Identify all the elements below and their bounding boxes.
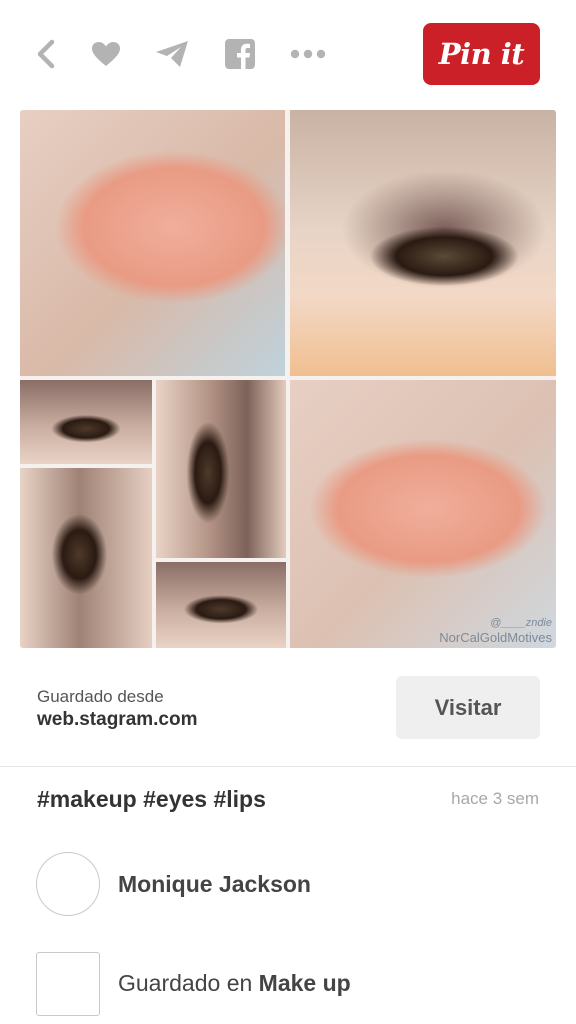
pin-image[interactable]: @____zndie NorCalGoldMotives — [20, 110, 556, 648]
eye-photo — [20, 380, 152, 464]
pin-it-button[interactable]: Pin it — [423, 23, 540, 85]
board-thumbnail[interactable] — [36, 952, 100, 1016]
source-label: Guardado desde — [37, 687, 164, 706]
eye-photo — [156, 380, 286, 558]
watermark-handle: @____zndie — [490, 617, 552, 630]
source-domain[interactable]: web.stagram.com — [37, 708, 377, 732]
lips-photo: @____zndie NorCalGoldMotives — [290, 380, 556, 648]
back-icon[interactable] — [26, 34, 66, 74]
avatar[interactable] — [36, 852, 100, 916]
eye-photo — [156, 562, 286, 648]
watermark-brand: NorCalGoldMotives — [439, 630, 552, 646]
source-info: Guardado desde web.stagram.com — [37, 686, 377, 732]
visit-button[interactable]: Visitar — [396, 676, 540, 739]
image-watermark: @____zndie NorCalGoldMotives — [439, 617, 552, 646]
board-prefix: Guardado en — [118, 970, 253, 996]
lips-photo — [20, 110, 285, 376]
divider — [0, 766, 576, 767]
heart-icon[interactable] — [86, 34, 126, 74]
eye-photo — [290, 110, 556, 376]
board-link[interactable]: Guardado en Make up — [118, 970, 351, 997]
pin-description: #makeup #eyes #lips — [37, 786, 266, 812]
send-icon[interactable] — [152, 34, 192, 74]
more-icon[interactable] — [288, 34, 328, 74]
user-name[interactable]: Monique Jackson — [118, 871, 311, 898]
eye-photo — [20, 468, 152, 648]
top-toolbar: Pin it — [0, 0, 576, 108]
board-name: Make up — [258, 970, 351, 996]
pin-timestamp: hace 3 sem — [451, 789, 539, 808]
facebook-icon[interactable] — [220, 34, 260, 74]
